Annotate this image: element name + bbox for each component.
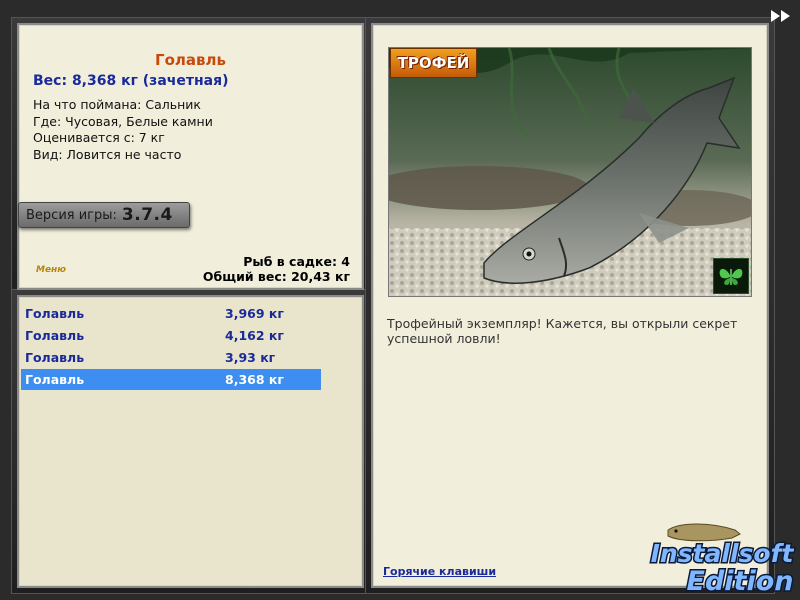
fish-count: Рыб в садке: 4 <box>243 254 350 269</box>
fish-info-panel: Голавль Вес: 8,368 кг (зачетная) На что … <box>17 23 364 290</box>
rated-from-line: Оценивается с: 7 кг <box>33 130 165 145</box>
fish-details: На что поймана: Сальник Где: Чусовая, Бе… <box>33 97 213 163</box>
list-item-weight: 3,93 кг <box>225 350 276 365</box>
fish-weight: Вес: 8,368 кг (зачетная) <box>33 73 229 89</box>
fast-forward-icon[interactable] <box>771 10 791 22</box>
list-item-name: Голавль <box>25 350 85 365</box>
menu-button[interactable]: Меню <box>36 265 66 275</box>
list-item[interactable]: Голавль 3,969 кг <box>21 303 321 324</box>
list-item-name: Голавль <box>25 328 85 343</box>
list-item-selected[interactable]: Голавль 8,368 кг <box>21 369 321 390</box>
bait-line: На что поймана: Сальник <box>33 97 201 112</box>
fish-photo: ТРОФЕЙ <box>388 47 752 297</box>
list-item-name: Голавль <box>25 372 85 387</box>
brand-line1: Installsoft <box>651 539 795 568</box>
total-weight: Общий вес: 20,43 кг <box>202 269 350 284</box>
list-item-weight: 4,162 кг <box>225 328 284 343</box>
catch-stats: Рыб в садке: 4 Общий вес: 20,43 кг <box>203 254 350 284</box>
version-label: Версия игры: <box>26 207 117 223</box>
butterfly-icon <box>713 258 749 294</box>
list-item[interactable]: Голавль 3,93 кг <box>21 347 321 368</box>
list-item-weight: 3,969 кг <box>225 306 284 321</box>
catch-list: Голавль 3,969 кг Голавль 4,162 кг Голавл… <box>17 295 364 588</box>
list-item-weight: 8,368 кг <box>225 372 284 387</box>
trophy-badge: ТРОФЕЙ <box>390 48 477 78</box>
fish-illustration <box>389 48 751 296</box>
location-line: Где: Чусовая, Белые камни <box>33 113 213 129</box>
hotkeys-link[interactable]: Горячие клавиши <box>383 565 496 578</box>
fish-name: Голавль <box>155 51 226 69</box>
brand-line2: Edition <box>687 566 794 597</box>
fish-detail-panel: ТРОФЕЙ Трофейный экземпляр! Кажется, вы … <box>371 23 769 588</box>
brand-logo: Installsoft Edition <box>649 523 796 598</box>
version-number: 3.7.4 <box>121 205 173 225</box>
rarity-line: Вид: Ловится не часто <box>33 146 182 162</box>
list-item[interactable]: Голавль 4,162 кг <box>21 325 321 346</box>
version-badge: Версия игры: 3.7.4 <box>18 202 190 228</box>
fish-description: Трофейный экземпляр! Кажется, вы открыли… <box>387 316 738 346</box>
list-item-name: Голавль <box>25 306 85 321</box>
